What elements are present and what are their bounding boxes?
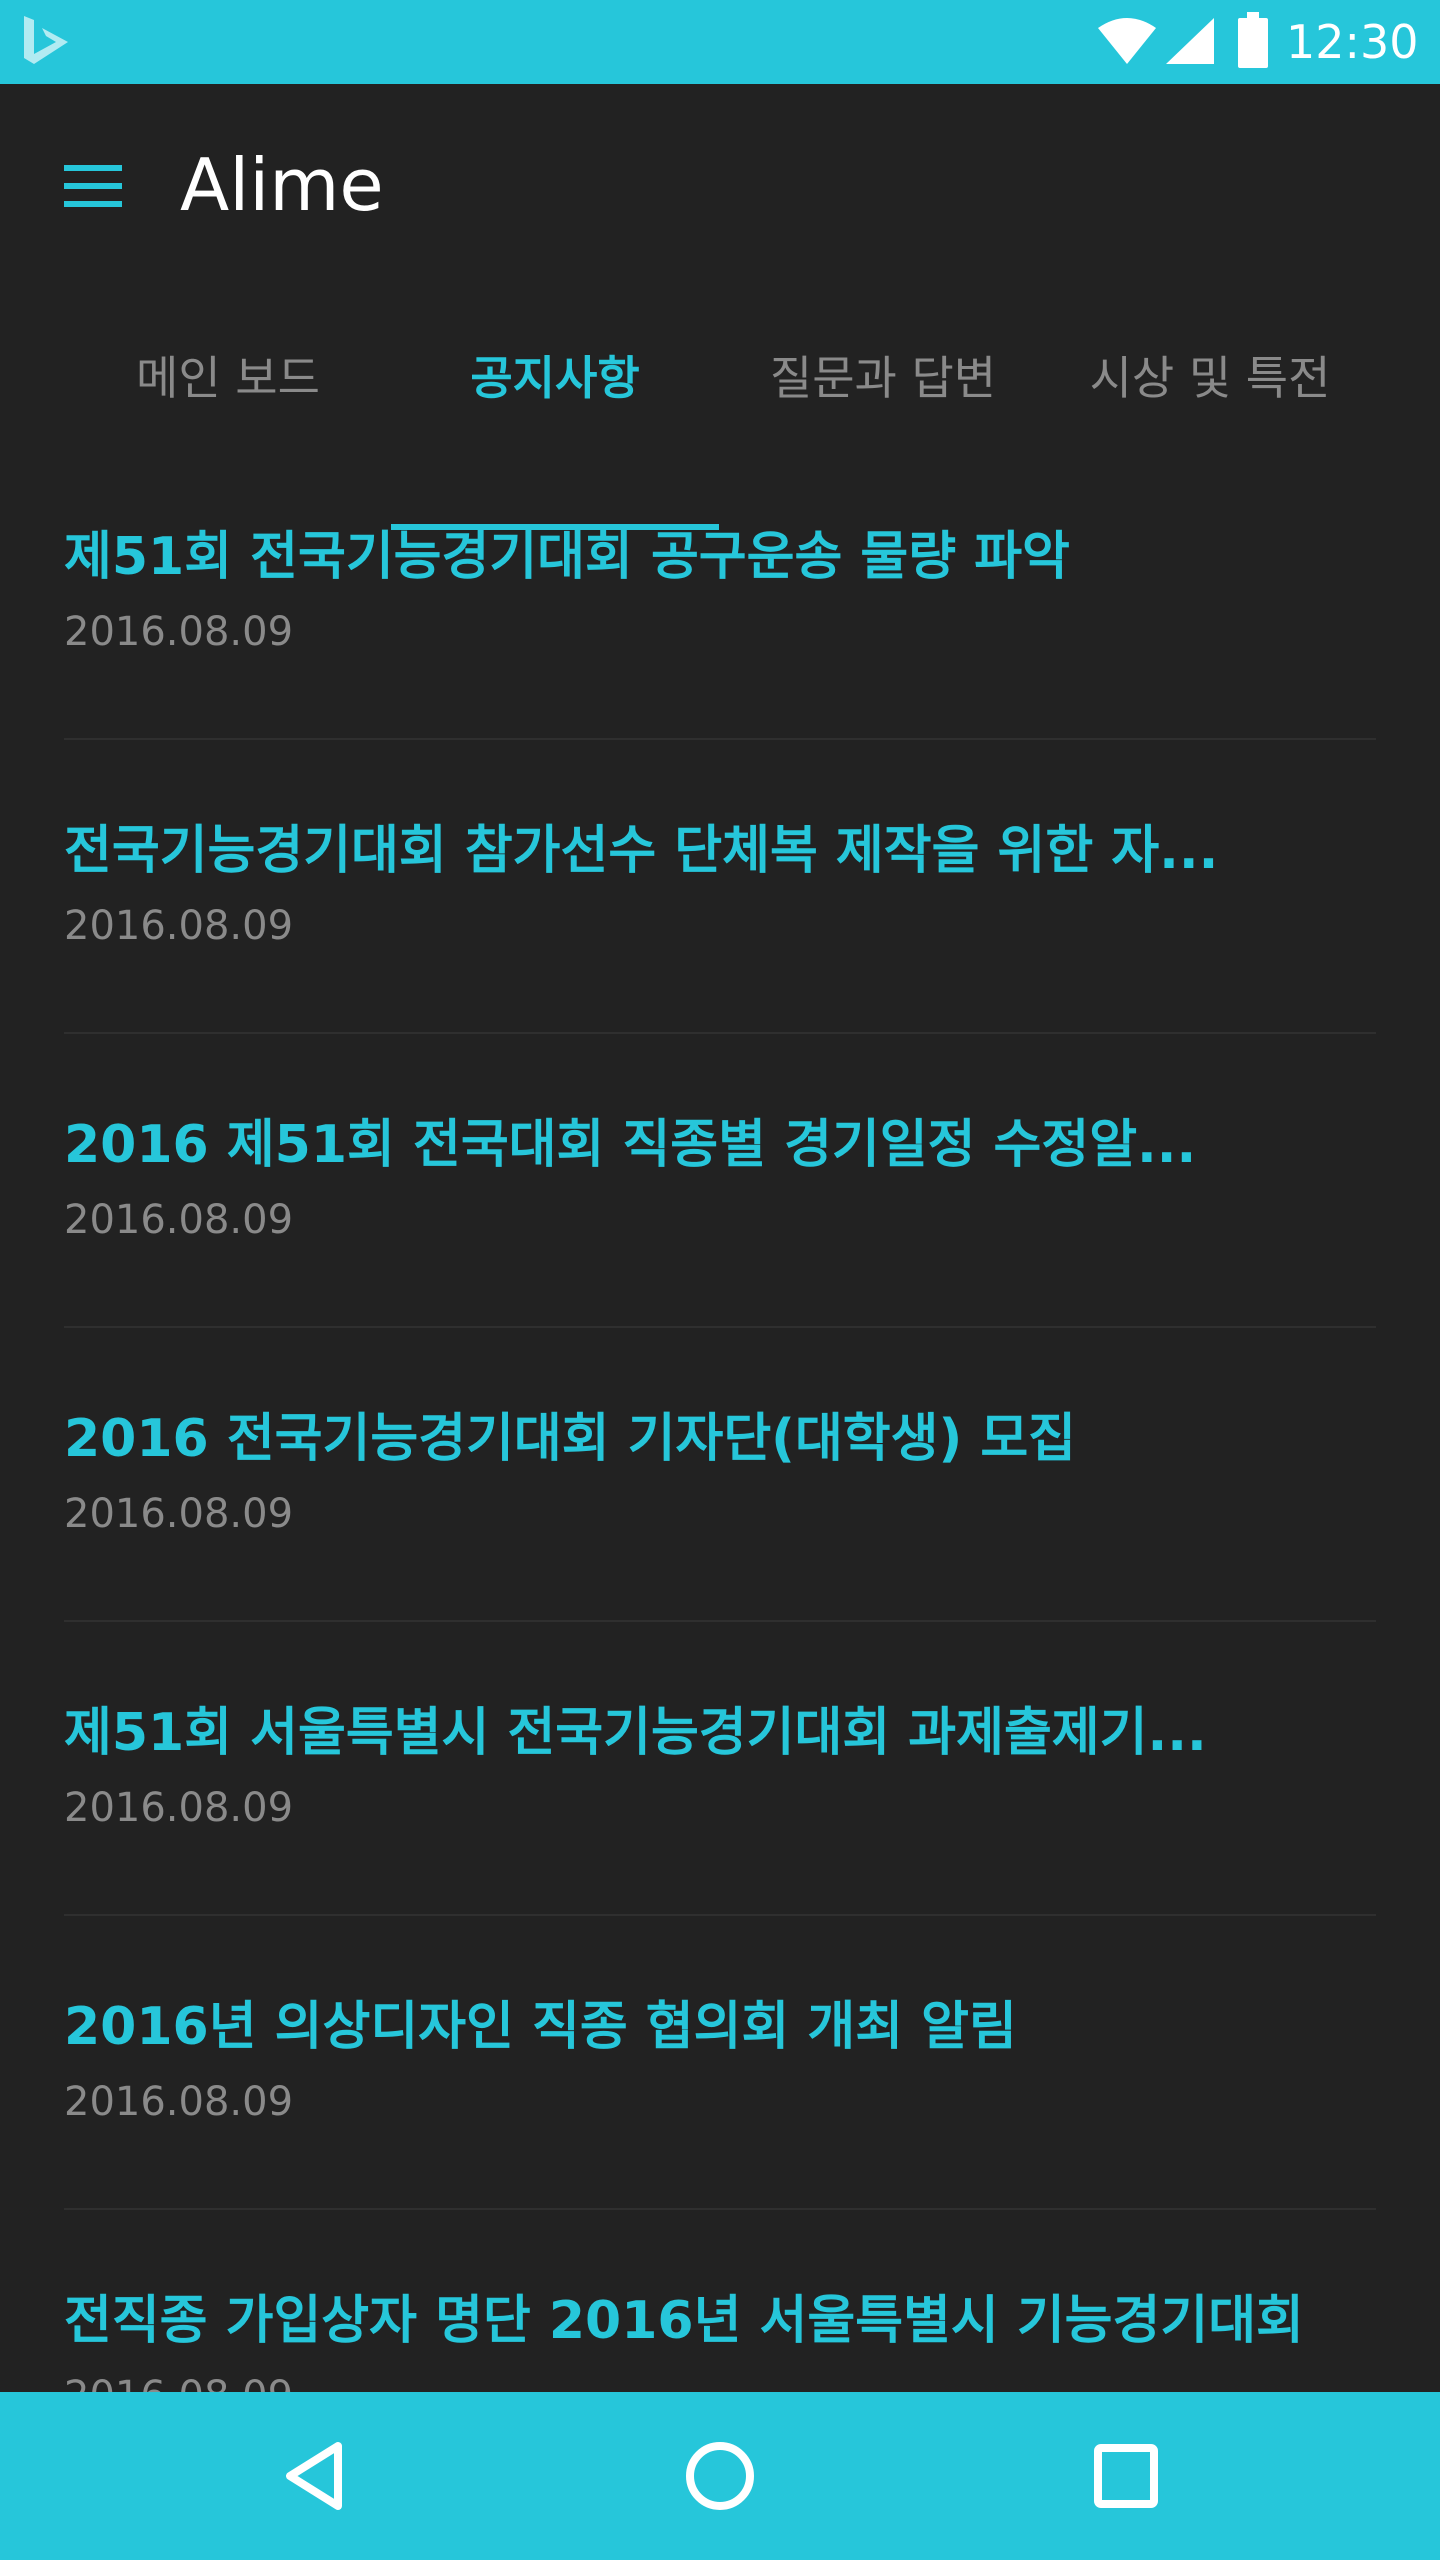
recent-apps-icon[interactable]	[1086, 2436, 1166, 2516]
signal-icon	[1166, 18, 1214, 64]
notice-title: 2016 제51회 전국대회 직종별 경기일정 수정알...	[64, 1115, 1197, 1175]
notice-date: 2016.08.09	[64, 1491, 294, 1537]
notice-item[interactable]: 제51회 서울특별시 전국기능경기대회 과제출제기... 2016.08.09	[0, 1622, 1440, 1916]
notice-date: 2016.08.09	[64, 609, 294, 655]
screen: 12:30 Alime 메인 보드 공지사항 질문과 답변 시상 및 특전 제5…	[0, 0, 1440, 2560]
status-bar: 12:30	[0, 0, 1440, 84]
back-icon[interactable]	[276, 2436, 356, 2516]
notice-date: 2016.08.09	[64, 2079, 294, 2125]
tab-main-board[interactable]: 메인 보드	[64, 326, 392, 446]
status-clock: 12:30	[1286, 15, 1419, 69]
notice-date: 2016.08.09	[64, 903, 294, 949]
notice-date: 2016.08.09	[64, 1197, 294, 1243]
tab-qna[interactable]: 질문과 답변	[719, 326, 1047, 446]
tab-notices[interactable]: 공지사항	[391, 326, 719, 446]
battery-icon	[1238, 12, 1268, 68]
notice-title: 제51회 전국기능경기대회 공구운송 물량 파악	[64, 527, 1070, 587]
notice-title: 제51회 서울특별시 전국기능경기대회 과제출제기...	[64, 1703, 1207, 1763]
home-icon[interactable]	[680, 2436, 760, 2516]
notice-title: 2016년 의상디자인 직종 협의회 개최 알림	[64, 1997, 1017, 2057]
notice-item[interactable]: 2016 전국기능경기대회 기자단(대학생) 모집 2016.08.09	[0, 1328, 1440, 1622]
notice-item[interactable]: 전직종 가입상자 명단 2016년 서울특별시 기능경기대회 2016.08.0…	[0, 2210, 1440, 2392]
notice-date: 2016.08.09	[64, 1785, 294, 1831]
notice-date: 2016.08.09	[64, 2370, 293, 2392]
tab-bar: 메인 보드 공지사항 질문과 답변 시상 및 특전	[64, 326, 1376, 530]
notice-title: 전직종 가입상자 명단 2016년 서울특별시 기능경기대회	[64, 2291, 1304, 2351]
notice-item[interactable]: 2016 제51회 전국대회 직종별 경기일정 수정알... 2016.08.0…	[0, 1034, 1440, 1328]
notice-title: 2016 전국기능경기대회 기자단(대학생) 모집	[64, 1409, 1077, 1469]
notice-item[interactable]: 전국기능경기대회 참가선수 단체복 제작을 위한 자... 2016.08.09	[0, 740, 1440, 1034]
bing-logo-icon	[24, 16, 68, 64]
tab-awards[interactable]: 시상 및 특전	[1046, 326, 1374, 446]
notice-item[interactable]: 제51회 전국기능경기대회 공구운송 물량 파악 2016.08.09	[0, 446, 1440, 740]
app-title: Alime	[180, 143, 384, 227]
hamburger-menu-icon[interactable]	[58, 159, 128, 213]
notice-item[interactable]: 2016년 의상디자인 직종 협의회 개최 알림 2016.08.09	[0, 1916, 1440, 2210]
app-bar: Alime 메인 보드 공지사항 질문과 답변 시상 및 특전	[0, 84, 1440, 530]
notice-list[interactable]: 제51회 전국기능경기대회 공구운송 물량 파악 2016.08.09 전국기능…	[0, 446, 1440, 2392]
notice-title: 전국기능경기대회 참가선수 단체복 제작을 위한 자...	[64, 821, 1219, 881]
wifi-icon	[1098, 18, 1156, 64]
navigation-bar	[0, 2392, 1440, 2560]
